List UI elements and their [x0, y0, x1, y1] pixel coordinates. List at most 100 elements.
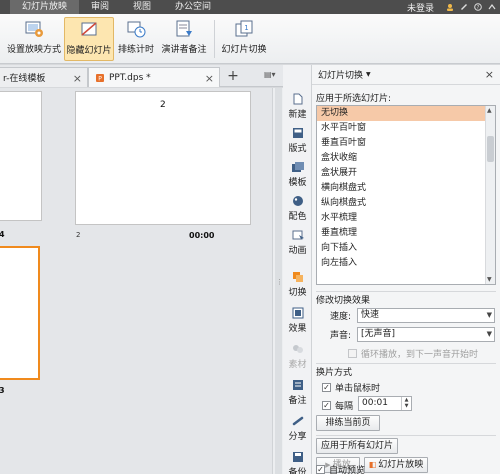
backup-icon [291, 451, 305, 463]
divider [316, 363, 496, 364]
slide-index: 4 [0, 230, 5, 239]
on-mouse-click-checkbox[interactable]: ✓ 单击鼠标时 [322, 381, 380, 394]
close-icon[interactable]: × [73, 72, 82, 85]
speed-select[interactable]: 快速 ▼ [357, 308, 495, 323]
chevron-up-icon[interactable] [488, 3, 496, 11]
sidebar-item-label: 切换 [288, 288, 307, 298]
checkbox-box[interactable] [348, 349, 357, 358]
slide-transition-button[interactable]: 1 幻灯片切换 [218, 17, 270, 61]
tab-label: PPT.dps * [109, 72, 151, 83]
presentation-file-icon: P [96, 73, 104, 82]
list-item[interactable]: 水平百叶窗 [317, 121, 495, 136]
splitter-grip-icon[interactable]: ⋮ [276, 278, 283, 286]
chevron-down-icon[interactable]: ▼ [487, 328, 492, 341]
hide-slide-button[interactable]: 隐藏幻灯片 [64, 17, 114, 61]
list-item[interactable]: 垂直梳理 [317, 226, 495, 241]
slide-index: 3 [0, 386, 5, 395]
menu-office-space[interactable]: 办公空间 [163, 0, 223, 14]
advance-time-value: 00:01 [362, 398, 388, 408]
spinner-arrows-icon[interactable]: ▲ ▼ [401, 397, 411, 410]
tab-list-icon[interactable]: ▤▾ [264, 70, 276, 79]
sidebar-item-new[interactable]: 新建 [283, 93, 312, 120]
sidebar-item-effects[interactable]: 效果 [283, 307, 312, 334]
ribbon-label: 幻灯片切换 [221, 45, 267, 55]
list-item[interactable]: 向下插入 [317, 241, 495, 256]
sidebar-item-label: 动画 [288, 246, 307, 256]
advance-time-spinner[interactable]: 00:01 ▲ ▼ [358, 396, 412, 411]
checkmark-icon[interactable]: ✓ [316, 465, 325, 474]
sidebar-item-template[interactable]: 模板 [283, 161, 312, 188]
tab-online-template[interactable]: r-在线模板 × [0, 67, 88, 87]
sidebar-item-backup[interactable]: 备份 [283, 451, 312, 474]
close-icon[interactable]: × [485, 68, 494, 81]
rehearse-timing-button[interactable]: 排练计时 [116, 17, 156, 61]
chevron-down-icon[interactable]: ▼ [487, 309, 492, 322]
skin-icon[interactable] [460, 3, 468, 11]
slide-thumbnail-1[interactable] [0, 91, 42, 221]
sidebar-item-label: 模板 [288, 178, 307, 188]
slide-sorter-area: 4 2 2 00:00 3 [0, 88, 272, 474]
pane-title[interactable]: 幻灯片切换 [318, 68, 363, 81]
ribbon-label: 隐藏幻灯片 [66, 46, 112, 56]
slideshow-label: 幻灯片放映 [378, 460, 424, 470]
close-icon[interactable]: × [205, 72, 214, 85]
sidebar-item-label: 效果 [288, 324, 307, 334]
transition-list[interactable]: 无切换 水平百叶窗 垂直百叶窗 盒状收缩 盒状展开 横向棋盘式 纵向棋盘式 水平… [316, 105, 496, 285]
sidebar-item-share[interactable]: 分享 [283, 415, 312, 442]
materials-icon [291, 343, 305, 355]
checkbox-label: 单击鼠标时 [335, 384, 381, 394]
sidebar-item-color-scheme[interactable]: 配色 [283, 195, 312, 222]
share-icon [291, 415, 305, 427]
list-item[interactable]: 向左插入 [317, 256, 495, 271]
scrollbar-thumb[interactable] [487, 136, 494, 162]
help-icon[interactable]: ? [474, 3, 482, 11]
vertical-scrollbar[interactable]: ⋮ [272, 88, 283, 474]
list-item[interactable]: 纵向棋盘式 [317, 196, 495, 211]
slideshow-button[interactable]: ◧ 幻灯片放映 [364, 457, 428, 473]
sidebar-item-transition[interactable]: 切换 [283, 271, 312, 298]
chevron-down-icon[interactable]: ▼ [487, 276, 492, 283]
menu-view[interactable]: 视图 [121, 0, 163, 14]
list-item[interactable]: 无切换 [317, 106, 495, 121]
tab-ppt-dps[interactable]: P PPT.dps * × [88, 67, 220, 87]
apply-to-all-slides-button[interactable]: 应用于所有幻灯片 [316, 438, 398, 454]
list-item[interactable]: 水平梳理 [317, 211, 495, 226]
sidebar-item-label: 配色 [288, 212, 307, 222]
slide-timing: 00:00 [189, 231, 215, 240]
chevron-down-icon[interactable]: ▼ [366, 71, 371, 78]
menu-right-area: 未登录 ? [407, 0, 496, 14]
login-status[interactable]: 未登录 [407, 1, 434, 14]
add-tab-button[interactable]: + [224, 68, 242, 85]
list-item[interactable]: 垂直百叶窗 [317, 136, 495, 151]
list-item[interactable]: 盒状收缩 [317, 151, 495, 166]
sidebar-item-layout[interactable]: 版式 [283, 127, 312, 154]
transition-icon [291, 271, 305, 283]
list-scrollbar[interactable]: ▲ ▼ [485, 106, 495, 284]
sidebar-item-label: 备注 [288, 396, 307, 406]
sound-select[interactable]: [无声音] ▼ [357, 327, 495, 342]
slide-thumbnail-3[interactable] [0, 246, 40, 380]
ribbon-separator [214, 20, 215, 58]
slide-thumbnail-2[interactable]: 2 [75, 91, 251, 225]
slideshow-settings-button[interactable]: 设置放映方式 [4, 17, 64, 61]
sidebar-item-materials[interactable]: 素材 [283, 343, 312, 370]
user-icon[interactable] [446, 3, 454, 11]
loop-until-next-sound-checkbox[interactable]: 循环播放，到下一声音开始时 [348, 347, 478, 360]
sidebar-item-animation[interactable]: 动画 [283, 229, 312, 256]
chevron-up-icon[interactable]: ▲ [487, 107, 492, 114]
list-item[interactable]: 横向棋盘式 [317, 181, 495, 196]
speaker-notes-button[interactable]: 演讲者备注 [158, 17, 210, 61]
menu-slideshow[interactable]: 幻灯片放映 [10, 0, 80, 14]
checkmark-icon[interactable]: ✓ [322, 383, 331, 392]
sidebar-item-notes[interactable]: 备注 [283, 379, 312, 406]
rehearse-current-slide-button[interactable]: 排练当前页 [316, 415, 380, 431]
menu-review[interactable]: 审阅 [79, 0, 121, 14]
checkmark-icon[interactable]: ✓ [322, 401, 331, 410]
automatic-after-checkbox[interactable]: ✓ 每隔 [322, 399, 353, 412]
list-item[interactable] [317, 271, 495, 284]
template-icon [291, 161, 305, 173]
tab-label: r-在线模板 [3, 74, 46, 84]
sound-value: [无声音] [361, 329, 396, 339]
auto-preview-checkbox[interactable]: ✓ 自动预览 [316, 463, 365, 474]
list-item[interactable]: 盒状展开 [317, 166, 495, 181]
